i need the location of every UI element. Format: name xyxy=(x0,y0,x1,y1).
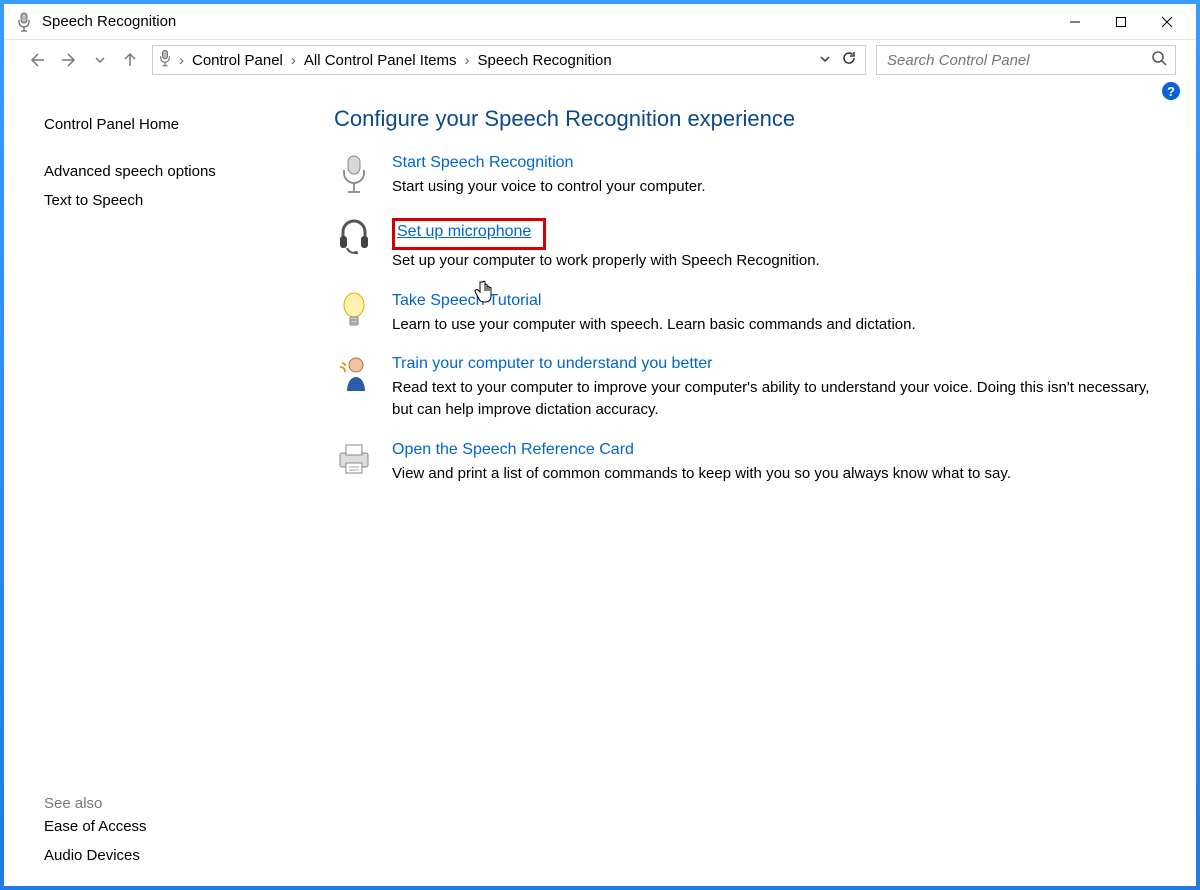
task-desc: Start using your voice to control your c… xyxy=(392,176,1156,198)
help-row: ? xyxy=(4,80,1196,100)
window-title: Speech Recognition xyxy=(42,13,176,30)
breadcrumb-sep-icon: › xyxy=(291,52,296,69)
see-also-label: See also xyxy=(44,775,294,812)
titlebar: Speech Recognition xyxy=(4,4,1196,40)
maximize-button[interactable] xyxy=(1098,7,1144,37)
breadcrumb-sep-icon: › xyxy=(179,52,184,69)
person-speaking-icon xyxy=(334,355,374,421)
breadcrumb-item[interactable]: Control Panel xyxy=(192,52,283,69)
task-train: Train your computer to understand you be… xyxy=(334,355,1156,421)
back-button[interactable] xyxy=(24,48,48,72)
main-content: Configure your Speech Recognition experi… xyxy=(314,100,1196,886)
printer-icon xyxy=(334,441,374,485)
refresh-button[interactable] xyxy=(841,50,859,70)
minimize-button[interactable] xyxy=(1052,7,1098,37)
sidebar-link-tts[interactable]: Text to Speech xyxy=(44,186,294,215)
task-desc: Set up your computer to work properly wi… xyxy=(392,250,1156,272)
task-tutorial: Take Speech Tutorial Learn to use your c… xyxy=(334,292,1156,336)
search-box[interactable] xyxy=(876,45,1176,75)
recent-locations-button[interactable] xyxy=(92,48,108,72)
sidebar-link-advanced[interactable]: Advanced speech options xyxy=(44,157,294,186)
task-desc: View and print a list of common commands… xyxy=(392,463,1156,485)
task-link-train[interactable]: Train your computer to understand you be… xyxy=(392,355,712,373)
task-link-setup-mic[interactable]: Set up microphone xyxy=(397,223,531,241)
headset-icon xyxy=(334,218,374,272)
sidebar: Control Panel Home Advanced speech optio… xyxy=(4,100,314,886)
body: Control Panel Home Advanced speech optio… xyxy=(4,100,1196,886)
task-desc: Read text to your computer to improve yo… xyxy=(392,377,1156,421)
microphone-icon xyxy=(334,154,374,198)
page-heading: Configure your Speech Recognition experi… xyxy=(334,106,1156,132)
see-also-audio-devices[interactable]: Audio Devices xyxy=(44,841,294,870)
task-link-reference[interactable]: Open the Speech Reference Card xyxy=(392,441,634,459)
task-desc: Learn to use your computer with speech. … xyxy=(392,314,1156,336)
task-start-speech: Start Speech Recognition Start using you… xyxy=(334,154,1156,198)
task-reference-card: Open the Speech Reference Card View and … xyxy=(334,441,1156,485)
task-setup-mic: Set up microphone Set up your computer t… xyxy=(334,218,1156,272)
forward-button[interactable] xyxy=(58,48,82,72)
lightbulb-icon xyxy=(334,292,374,336)
close-button[interactable] xyxy=(1144,7,1190,37)
up-button[interactable] xyxy=(118,48,142,72)
window: Speech Recognition › Cont xyxy=(4,4,1196,886)
address-bar[interactable]: › Control Panel › All Control Panel Item… xyxy=(152,45,866,75)
highlighted-box: Set up microphone xyxy=(392,218,546,250)
task-link-tutorial[interactable]: Take Speech Tutorial xyxy=(392,292,541,310)
search-icon[interactable] xyxy=(1151,50,1167,70)
address-microphone-icon xyxy=(159,49,171,71)
breadcrumb-sep-icon: › xyxy=(464,52,469,69)
search-input[interactable] xyxy=(885,51,1151,70)
navigation-bar: › Control Panel › All Control Panel Item… xyxy=(4,40,1196,80)
address-dropdown-button[interactable] xyxy=(819,52,837,69)
app-microphone-icon xyxy=(14,12,34,32)
breadcrumb-item[interactable]: All Control Panel Items xyxy=(304,52,457,69)
breadcrumb-item[interactable]: Speech Recognition xyxy=(477,52,611,69)
control-panel-home-link[interactable]: Control Panel Home xyxy=(44,110,294,139)
task-link-start-speech[interactable]: Start Speech Recognition xyxy=(392,154,573,172)
see-also-ease-of-access[interactable]: Ease of Access xyxy=(44,812,294,841)
help-icon[interactable]: ? xyxy=(1162,82,1180,100)
